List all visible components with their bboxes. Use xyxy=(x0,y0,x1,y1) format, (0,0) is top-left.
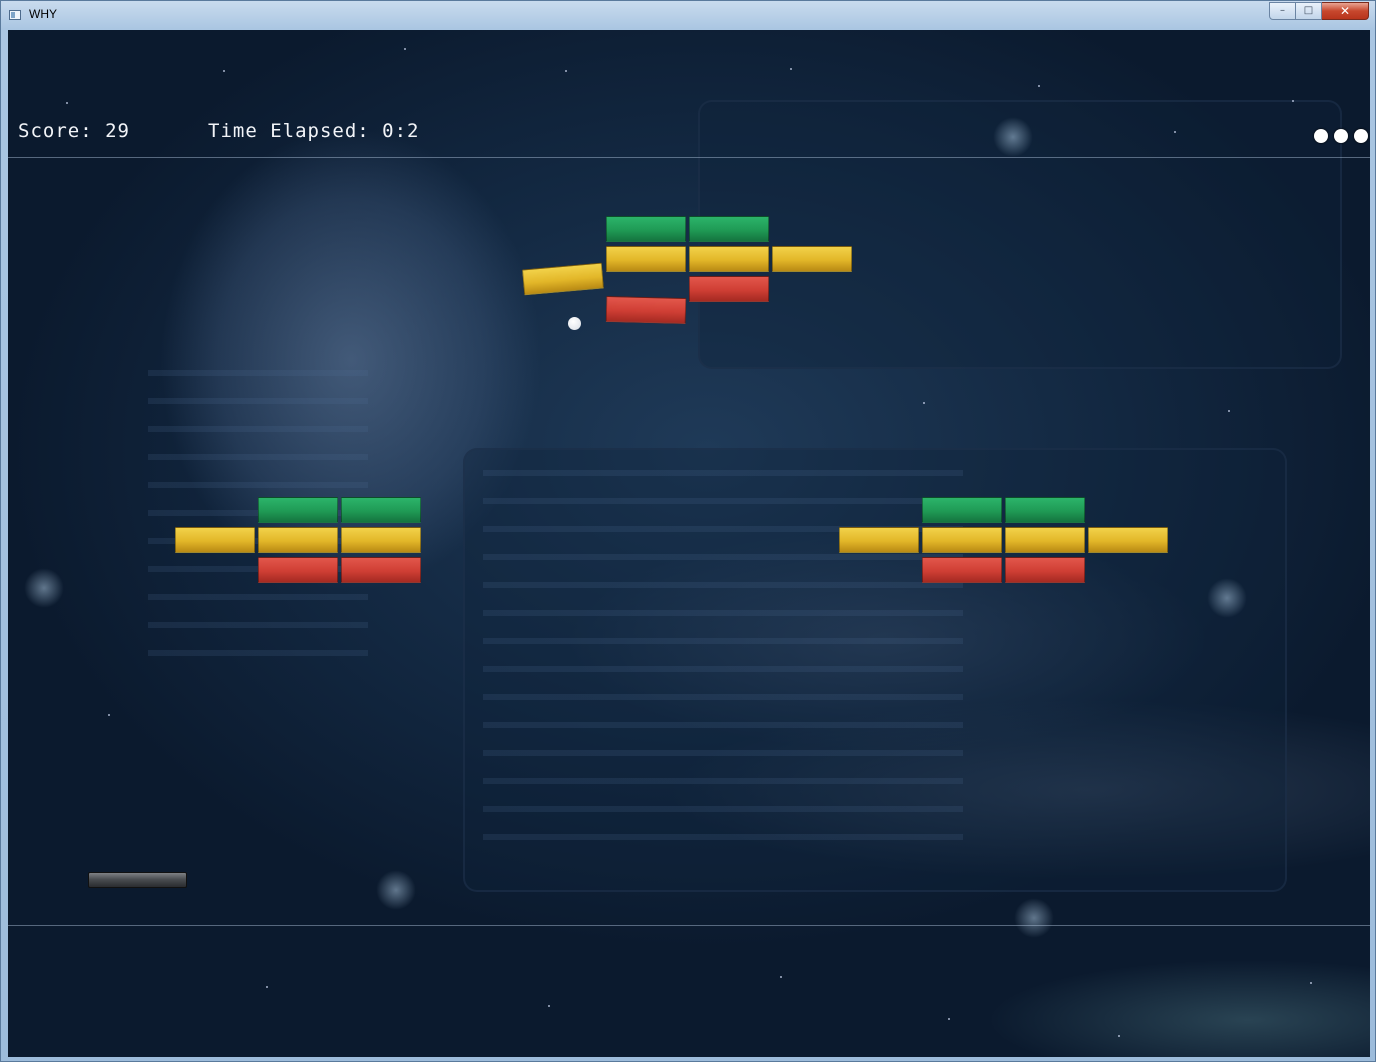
star xyxy=(1118,1035,1120,1037)
hud-top-divider xyxy=(8,157,1370,158)
brick-yellow xyxy=(1005,527,1085,553)
star-glow xyxy=(1014,898,1054,938)
star xyxy=(948,1018,950,1020)
star xyxy=(565,70,567,72)
brick-red xyxy=(1005,557,1085,583)
star-glow xyxy=(24,568,64,608)
star-glow xyxy=(1207,578,1247,618)
lives-indicator xyxy=(1314,129,1368,143)
paddle[interactable] xyxy=(88,872,187,888)
brick-yellow xyxy=(1088,527,1168,553)
star xyxy=(404,48,406,50)
brick-green xyxy=(1005,497,1085,523)
brick-yellow xyxy=(689,246,769,272)
close-button[interactable]: ✕ xyxy=(1322,2,1369,20)
app-icon xyxy=(9,10,21,20)
brick-green xyxy=(258,497,338,523)
star xyxy=(548,1005,550,1007)
star xyxy=(223,70,225,72)
minimize-button[interactable]: – xyxy=(1269,2,1296,20)
brick-green xyxy=(689,216,769,242)
brick-green xyxy=(341,497,421,523)
star xyxy=(108,714,110,716)
window-title: WHY xyxy=(29,7,57,21)
brick-yellow xyxy=(175,527,255,553)
star xyxy=(923,402,925,404)
star xyxy=(780,976,782,978)
maximize-button[interactable]: □ xyxy=(1296,2,1322,20)
brick-yellow xyxy=(341,527,421,553)
brick-red xyxy=(258,557,338,583)
brick-yellow xyxy=(922,527,1002,553)
window-controls: – □ ✕ xyxy=(1269,2,1369,21)
brick-green xyxy=(922,497,1002,523)
brick-green xyxy=(606,216,686,242)
brick-yellow xyxy=(258,527,338,553)
brick-yellow xyxy=(522,262,604,296)
time-elapsed-display: Time Elapsed: 0:2 xyxy=(208,120,420,142)
brick-yellow xyxy=(839,527,919,553)
star xyxy=(266,986,268,988)
brick-yellow xyxy=(772,246,852,272)
star xyxy=(1292,100,1294,102)
play-area-bottom-divider xyxy=(8,925,1370,926)
star-glow xyxy=(993,117,1033,157)
life-ball-icon xyxy=(1354,129,1368,143)
star xyxy=(790,68,792,70)
star-glow xyxy=(376,870,416,910)
brick-red xyxy=(922,557,1002,583)
star xyxy=(1174,131,1176,133)
title-bar[interactable]: WHY – □ ✕ xyxy=(1,1,1375,29)
game-canvas[interactable]: Score: 29 Time Elapsed: 0:2 xyxy=(8,30,1370,1057)
game-window: WHY – □ ✕ Score: 29 Time Elapsed: 0:2 xyxy=(0,0,1376,1062)
star xyxy=(66,102,68,104)
brick-red xyxy=(605,295,687,325)
brick-red xyxy=(341,557,421,583)
star xyxy=(1228,410,1230,412)
life-ball-icon xyxy=(1314,129,1328,143)
ball xyxy=(568,317,581,330)
star xyxy=(1038,85,1040,87)
score-display: Score: 29 xyxy=(18,120,130,142)
brick-yellow xyxy=(606,246,686,272)
life-ball-icon xyxy=(1334,129,1348,143)
brick-red xyxy=(689,276,769,302)
star xyxy=(1310,982,1312,984)
